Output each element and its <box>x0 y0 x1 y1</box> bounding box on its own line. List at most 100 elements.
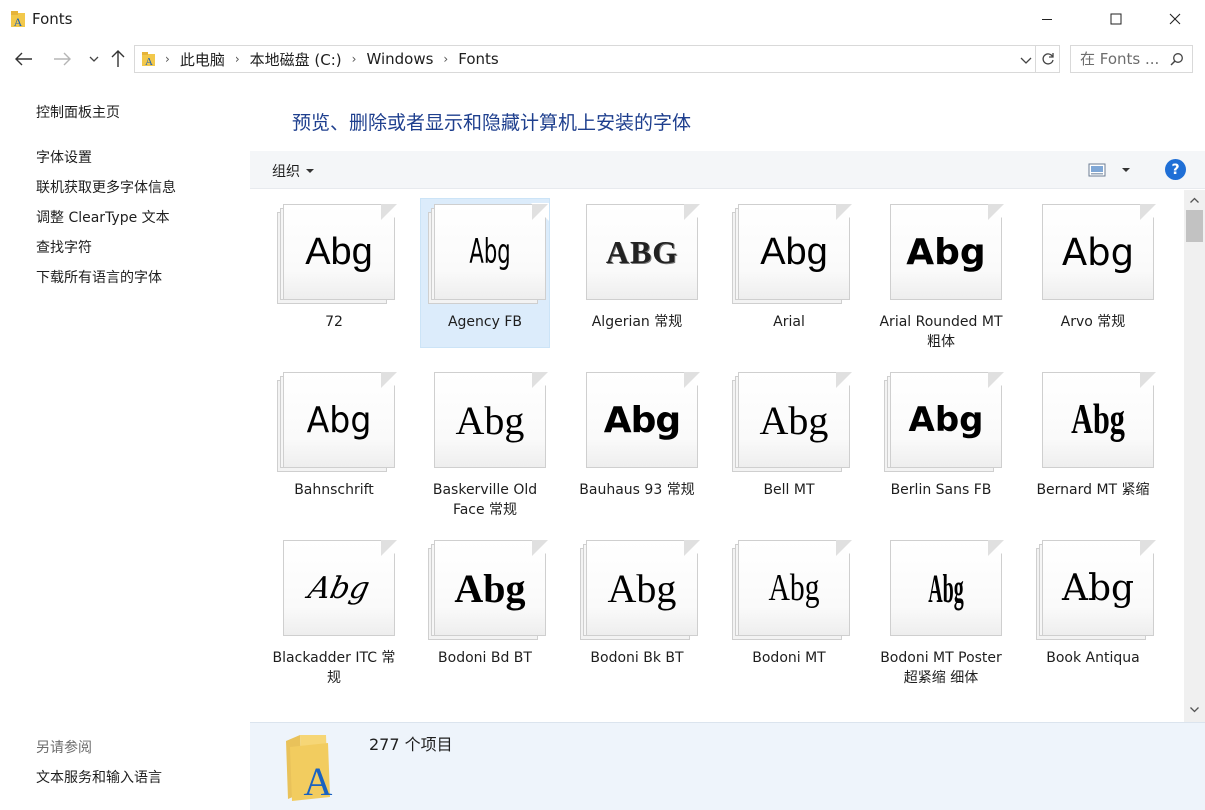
chevron-down-icon[interactable] <box>1189 704 1200 715</box>
font-name: Arvo 常规 <box>1060 314 1126 330</box>
font-name: Bodoni Bd BT <box>438 650 532 666</box>
find-character-link[interactable]: 查找字符 <box>36 237 92 257</box>
breadcrumb-local-disk[interactable]: 本地磁盘 (C:) <box>250 49 342 70</box>
arrow-up-icon <box>111 50 125 67</box>
details-pane: A 277 个项目 <box>250 722 1205 810</box>
change-view-button[interactable] <box>1088 161 1134 179</box>
font-name: Baskerville Old Face 常规 <box>432 482 538 518</box>
breadcrumb-this-pc[interactable]: 此电脑 <box>180 49 225 70</box>
font-sample: Abg <box>454 565 526 611</box>
recent-locations-button[interactable] <box>82 47 106 71</box>
chevron-down-icon <box>1020 57 1032 64</box>
search-input[interactable] <box>1071 46 1167 72</box>
maximize-icon <box>1110 13 1122 25</box>
font-file-icon: Abg <box>884 370 1005 474</box>
svg-text:A: A <box>145 56 153 67</box>
breadcrumb-separator[interactable]: › <box>443 52 448 66</box>
font-name: Bodoni MT Poster 超紧缩 细体 <box>880 650 1002 686</box>
font-name: Bodoni Bk BT <box>590 650 684 666</box>
help-button[interactable]: ? <box>1165 159 1186 180</box>
font-name: Berlin Sans FB <box>890 482 992 498</box>
font-sample: Abg <box>607 565 677 611</box>
forward-button[interactable] <box>50 47 74 71</box>
see-also-title: 另请参阅 <box>36 740 92 756</box>
font-name: Blackadder ITC 常规 <box>272 650 396 686</box>
font-settings-link[interactable]: 字体设置 <box>36 147 92 167</box>
chevron-up-icon[interactable] <box>1189 195 1200 206</box>
close-button[interactable] <box>1152 0 1198 38</box>
font-sample: Abg <box>768 567 820 609</box>
font-file-icon: Abg <box>884 202 1005 306</box>
font-sample: ABG <box>605 233 679 270</box>
title-bar: A Fonts <box>0 0 1205 38</box>
font-file-icon: ABG <box>580 202 701 306</box>
search-icon[interactable] <box>1170 52 1184 66</box>
breadcrumb-separator[interactable]: › <box>352 52 357 66</box>
fonts-folder-icon: A <box>284 733 346 804</box>
font-sample: Abg <box>455 397 525 443</box>
maximize-button[interactable] <box>1093 0 1139 38</box>
font-name: 72 <box>325 314 343 330</box>
address-bar[interactable]: A › 此电脑 › 本地磁盘 (C:) › Windows › Fonts <box>134 45 1036 73</box>
caret-down-icon <box>306 169 314 173</box>
item-count: 277 个项目 <box>369 735 453 754</box>
breadcrumb: › 此电脑 › 本地磁盘 (C:) › Windows › Fonts <box>165 46 499 72</box>
font-name: Algerian 常规 <box>591 314 683 330</box>
breadcrumb-fonts[interactable]: Fonts <box>458 50 498 68</box>
organize-label: 组织 <box>272 164 300 180</box>
close-icon <box>1169 13 1181 25</box>
svg-text:A: A <box>304 759 333 803</box>
minimize-button[interactable] <box>1024 0 1070 38</box>
font-file-icon: Abg <box>732 370 853 474</box>
up-button[interactable] <box>106 47 130 71</box>
vertical-scrollbar[interactable] <box>1184 190 1205 722</box>
font-file-icon: Abg <box>580 538 701 642</box>
font-file-icon: Abg <box>428 202 549 306</box>
font-name: Bahnschrift <box>294 482 374 498</box>
font-sample: Abg <box>1061 567 1135 609</box>
page-title: 预览、删除或者显示和隐藏计算机上安装的字体 <box>292 112 692 134</box>
font-sample: Abg <box>306 399 372 441</box>
font-sample: Abg <box>760 230 828 273</box>
font-sample: Abg <box>603 399 681 441</box>
font-file-icon: Abg <box>732 202 853 306</box>
refresh-icon <box>1041 53 1054 65</box>
control-panel-home-link[interactable]: 控制面板主页 <box>36 102 120 122</box>
font-file-icon: Abg <box>1036 370 1157 474</box>
font-file-icon: Abg <box>277 538 398 642</box>
get-more-fonts-online-link[interactable]: 联机获取更多字体信息 <box>36 177 176 197</box>
command-bar: 组织 ? <box>250 151 1205 189</box>
font-list: Abg 72 Abg Agency FB ABG Algerian 常规 Abg… <box>250 190 1184 722</box>
font-name: Bodoni MT <box>752 650 826 666</box>
breadcrumb-windows[interactable]: Windows <box>366 50 433 68</box>
text-services-link[interactable]: 文本服务和输入语言 <box>36 767 162 787</box>
font-file-icon: Abg <box>428 538 549 642</box>
arrow-left-icon <box>15 52 32 66</box>
scrollbar-thumb[interactable] <box>1186 210 1203 242</box>
font-name: Bernard MT 紧缩 <box>1036 482 1150 498</box>
adjust-cleartype-link[interactable]: 调整 ClearType 文本 <box>36 207 170 227</box>
breadcrumb-separator[interactable]: › <box>235 52 240 66</box>
font-file-icon: Abg <box>580 370 701 474</box>
font-sample: Abg <box>928 565 964 611</box>
font-file-icon: Abg <box>277 202 398 306</box>
organize-menu-button[interactable]: 组织 <box>272 161 314 181</box>
font-file-icon: Abg <box>732 538 853 642</box>
search-box[interactable] <box>1070 45 1193 73</box>
font-sample: Abg <box>908 400 984 440</box>
download-all-language-fonts-link[interactable]: 下载所有语言的字体 <box>36 267 162 287</box>
font-name: Arial Rounded MT 粗体 <box>879 314 1003 350</box>
font-name: Book Antiqua <box>1046 650 1140 666</box>
font-sample: Abg <box>1061 230 1135 274</box>
font-sample: Abg <box>469 232 511 272</box>
svg-text:A: A <box>14 15 23 28</box>
font-file-icon: Abg <box>1036 538 1157 642</box>
back-button[interactable] <box>12 47 36 71</box>
font-file-icon: Abg <box>428 370 549 474</box>
address-dropdown-button[interactable] <box>1019 52 1033 66</box>
breadcrumb-separator[interactable]: › <box>165 52 170 66</box>
caret-down-icon[interactable] <box>1122 168 1130 172</box>
refresh-button[interactable] <box>1036 45 1060 73</box>
chevron-down-icon <box>89 56 99 62</box>
font-name: Bauhaus 93 常规 <box>579 482 695 498</box>
